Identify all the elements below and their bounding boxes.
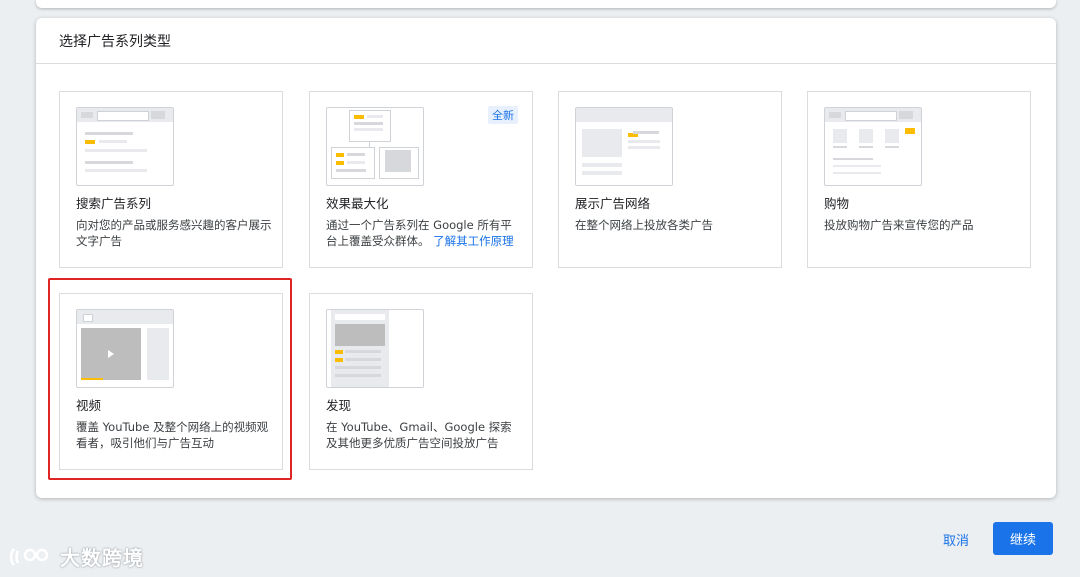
- card-description: 通过一个广告系列在 Google 所有平台上覆盖受众群体。 了解其工作原理: [326, 218, 514, 248]
- campaign-card-display[interactable]: 展示广告网络 在整个网络上投放各类广告: [558, 91, 782, 268]
- watermark: 大数跨境: [8, 542, 144, 571]
- campaign-card-discovery[interactable]: 发现 在 YouTube、Gmail、Google 探索及其他更多优质广告空间投…: [309, 293, 533, 470]
- campaign-card-search[interactable]: 搜索广告系列 向对您的产品或服务感兴趣的客户展示文字广告: [59, 91, 283, 268]
- discovery-illustration: [326, 309, 424, 388]
- card-title: 视频: [76, 398, 102, 413]
- display-illustration: [575, 107, 673, 186]
- campaign-card-performance-max[interactable]: 全新 效果最大化 通过一个广告系列在 Google 所有平台上覆盖受众群体。 了…: [309, 91, 533, 268]
- card-title: 搜索广告系列: [76, 196, 152, 211]
- dialog-title: 选择广告系列类型: [59, 33, 171, 50]
- shopping-illustration: [824, 107, 922, 186]
- card-title: 发现: [326, 398, 352, 413]
- campaign-card-video[interactable]: 视频 覆盖 YouTube 及整个网络上的视频观看者，吸引他们与广告互动: [59, 293, 283, 470]
- card-description: 在 YouTube、Gmail、Google 探索及其他更多优质广告空间投放广告: [326, 420, 512, 450]
- continue-button[interactable]: 继续: [993, 522, 1053, 555]
- card-title: 展示广告网络: [575, 196, 651, 211]
- card-title: 购物: [824, 196, 850, 211]
- learn-how-it-works-link[interactable]: 了解其工作原理: [433, 234, 514, 248]
- watermark-text: 大数跨境: [60, 546, 144, 570]
- campaign-type-dialog: 选择广告系列类型 搜索广告系列 向对您的产品或服务感兴趣的客户展示文字广告 全新: [36, 18, 1056, 498]
- card-description: 向对您的产品或服务感兴趣的客户展示文字广告: [76, 218, 272, 248]
- search-illustration: [76, 107, 174, 186]
- performance-max-illustration: [326, 107, 424, 186]
- cancel-button[interactable]: 取消: [926, 522, 986, 556]
- new-badge: 全新: [488, 106, 518, 124]
- card-description: 覆盖 YouTube 及整个网络上的视频观看者，吸引他们与广告互动: [76, 420, 269, 450]
- play-icon: [108, 350, 114, 358]
- card-description: 在整个网络上投放各类广告: [575, 218, 713, 232]
- card-title: 效果最大化: [326, 196, 389, 211]
- background-panel-edge: [36, 0, 1056, 8]
- card-description: 投放购物广告来宣传您的产品: [824, 218, 974, 232]
- watermark-logo-icon: [9, 547, 49, 566]
- dialog-header: 选择广告系列类型: [36, 18, 1056, 64]
- video-illustration: [76, 309, 174, 388]
- campaign-card-shopping[interactable]: 购物 投放购物广告来宣传您的产品: [807, 91, 1031, 268]
